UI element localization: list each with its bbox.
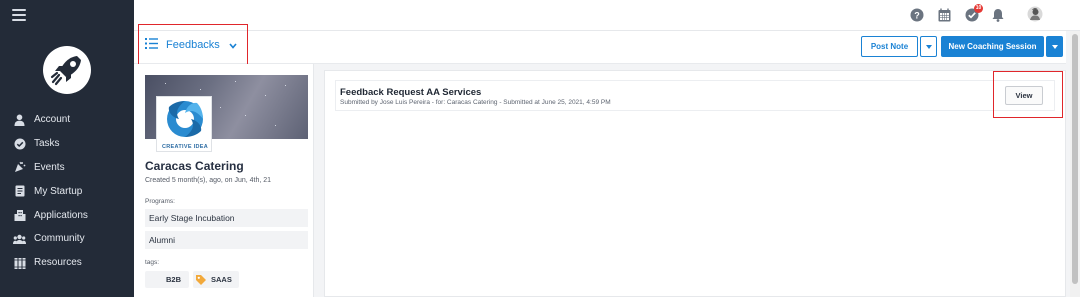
sidebar-item-label: Applications: [34, 209, 88, 221]
books-icon: [13, 256, 26, 269]
caret-down-icon: [1051, 44, 1058, 49]
sidebar: Account Tasks Events My Startup Applicat…: [0, 0, 134, 297]
program-item: Alumni: [145, 231, 308, 249]
sidebar-item-label: Tasks: [34, 138, 60, 150]
sidebar-item-account[interactable]: Account: [0, 108, 134, 132]
tags-label: tags:: [145, 259, 160, 266]
sidebar-item-resources[interactable]: Resources: [0, 251, 134, 275]
rocket-logo[interactable]: [41, 44, 93, 96]
sidebar-item-label: Community: [34, 233, 85, 245]
sidebar-item-label: My Startup: [34, 185, 83, 197]
sidebar-item-label: Account: [34, 114, 71, 126]
sidebar-item-applications[interactable]: Applications: [0, 203, 134, 227]
programs-label: Programs:: [145, 198, 175, 205]
new-session-dropdown-button[interactable]: [1046, 36, 1063, 57]
chevron-down-icon: [229, 36, 237, 54]
confetti-icon: [13, 161, 26, 174]
sidebar-item-events[interactable]: Events: [0, 156, 134, 180]
building-icon: [13, 209, 26, 222]
view-button[interactable]: View: [1005, 86, 1043, 105]
view-selector-label: Feedbacks: [166, 39, 220, 51]
tag-label: B2B: [166, 275, 182, 284]
sidebar-item-community[interactable]: Community: [0, 227, 134, 251]
sidebar-item-tasks[interactable]: Tasks: [0, 132, 134, 156]
document-icon: [13, 185, 26, 198]
company-name: Caracas Catering: [145, 159, 244, 173]
created-date: Created 5 month(s), ago, on Jun, 4th, 21: [145, 177, 272, 184]
user-icon: [13, 113, 26, 126]
sidebar-nav: Account Tasks Events My Startup Applicat…: [0, 108, 134, 275]
program-item: Early Stage Incubation: [145, 209, 308, 227]
avatar[interactable]: [1027, 6, 1043, 22]
logo-text: CREATIVE IDEA: [162, 144, 208, 150]
sidebar-item-label: Events: [34, 161, 65, 173]
tag-item[interactable]: B2B: [145, 271, 189, 288]
tag-item[interactable]: SAAS: [193, 271, 239, 288]
post-note-dropdown-button[interactable]: [920, 36, 937, 57]
post-note-button[interactable]: Post Note: [861, 36, 918, 57]
scrollbar-thumb[interactable]: [1072, 34, 1078, 284]
notification-badge: 10: [974, 4, 983, 13]
company-logo: CREATIVE IDEA: [156, 96, 212, 152]
sidebar-item-my-startup[interactable]: My Startup: [0, 179, 134, 203]
tag-icon: [195, 274, 207, 286]
feedback-title: Feedback Request AA Services: [340, 87, 482, 98]
check-circle-icon: [13, 137, 26, 150]
new-coaching-session-button[interactable]: New Coaching Session: [941, 36, 1044, 57]
tag-label: SAAS: [211, 275, 232, 284]
svg-text:?: ?: [914, 11, 920, 21]
list-icon: [145, 36, 158, 54]
calendar-icon[interactable]: [938, 8, 952, 22]
bell-icon[interactable]: [992, 8, 1006, 22]
sidebar-item-label: Resources: [34, 257, 82, 269]
hamburger-menu-icon[interactable]: [12, 9, 26, 21]
feedback-subtitle: Submitted by Jose Luis Pereira - for: Ca…: [340, 99, 611, 106]
help-icon[interactable]: ?: [910, 8, 924, 22]
caret-down-icon: [925, 44, 932, 49]
view-selector-dropdown[interactable]: Feedbacks: [145, 36, 237, 54]
users-icon: [13, 232, 26, 245]
